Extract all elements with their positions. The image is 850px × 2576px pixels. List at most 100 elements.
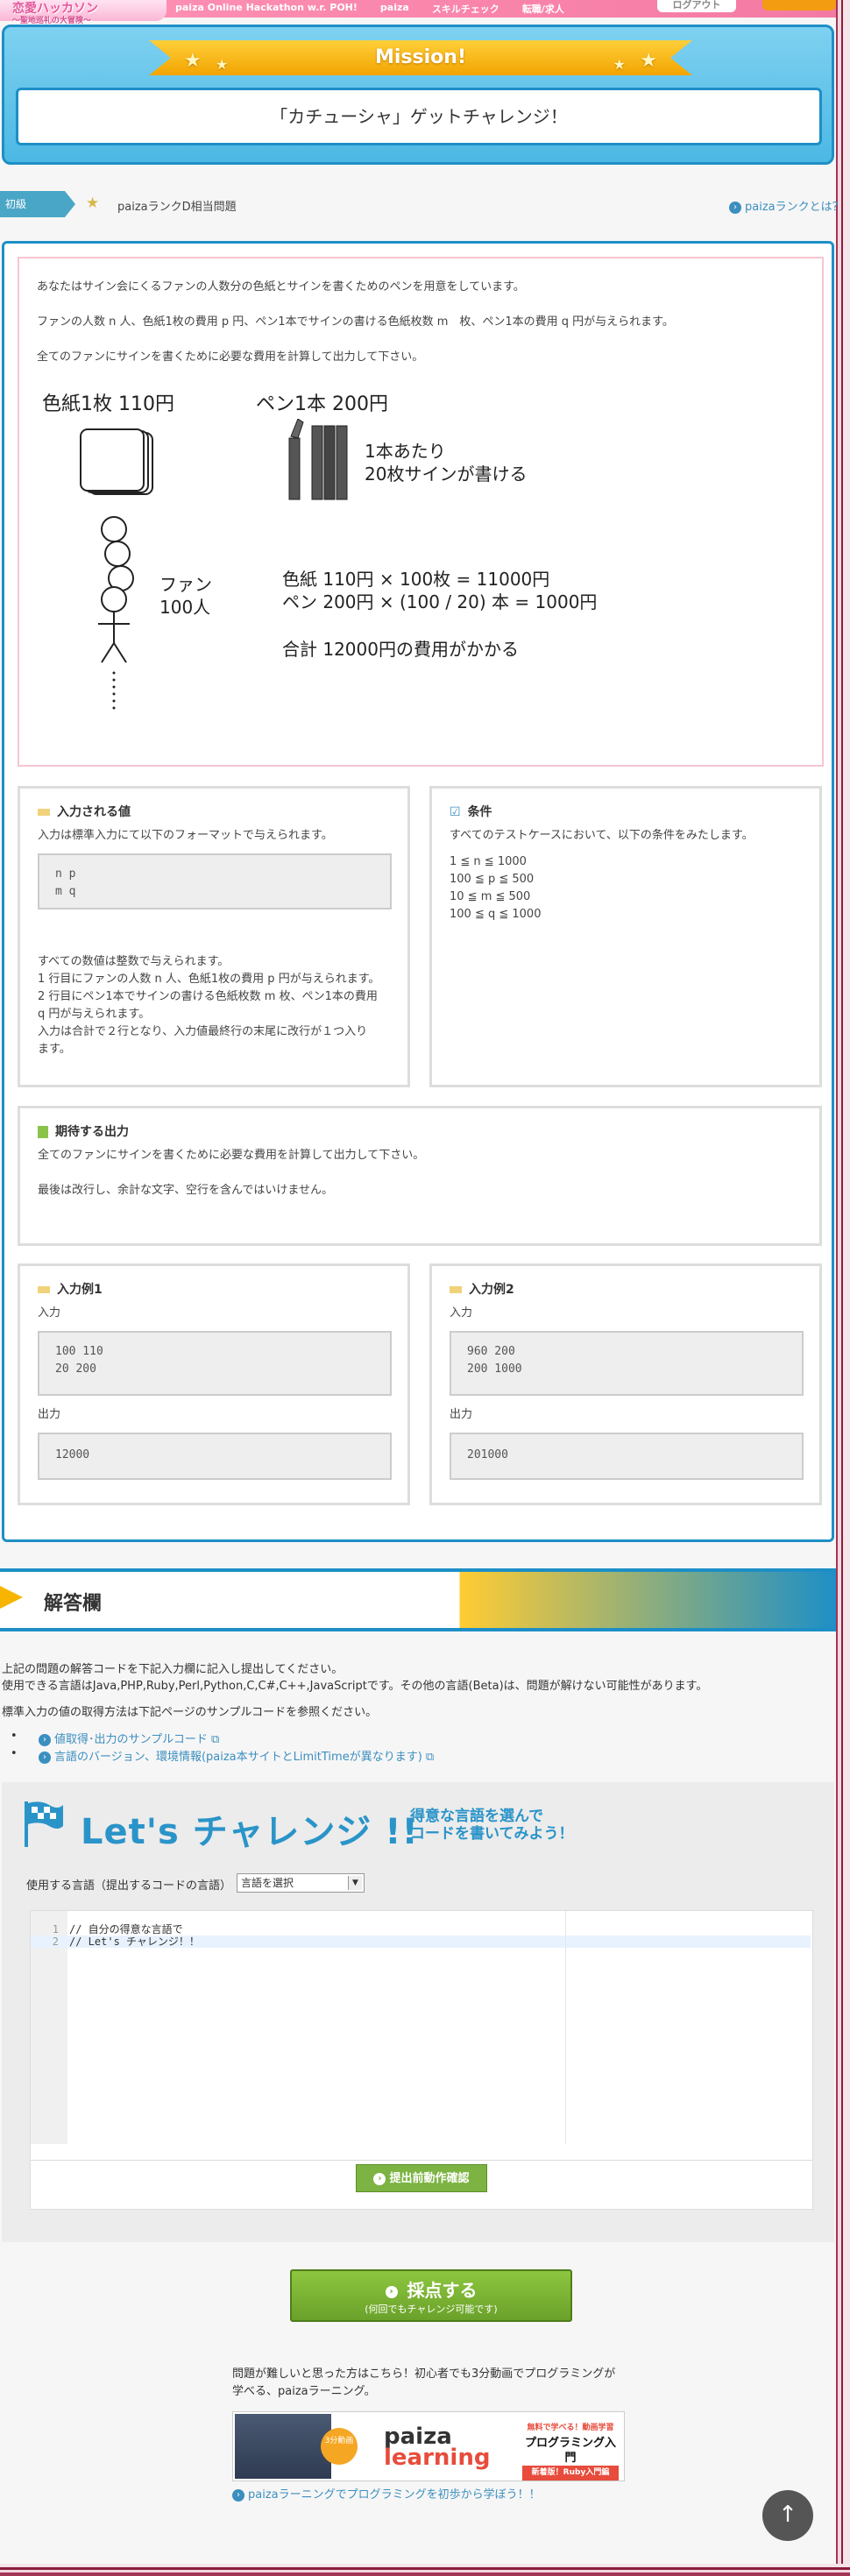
checkered-flag-icon	[25, 1801, 63, 1847]
promo-main: プログラミング入門	[524, 2437, 616, 2465]
level-tag: 初級	[0, 191, 75, 217]
fan-figures-icon	[98, 516, 134, 710]
triangle-icon	[0, 1586, 23, 1609]
logo-subtitle: 〜聖地巡礼の大冒険〜	[12, 17, 92, 25]
calc-lines: 色紙 110円 × 100枚 = 11000円 ペン 200円 × (100 /…	[282, 568, 597, 613]
paiza-learning-link[interactable]: › paizaラーニングでプログラミングを初歩から学ぼう！！	[232, 2485, 541, 2502]
arrow-right-icon: ›	[39, 1751, 51, 1764]
star-icon: ★	[184, 50, 202, 72]
logout-button[interactable]: ログアウト	[657, 0, 736, 12]
input-panel-intro: 入力は標準入力にて以下のフォーマットで与えられます。	[38, 829, 333, 842]
site-logo[interactable]: 恋愛ハッカソン 〜聖地巡礼の大冒険〜	[0, 0, 166, 25]
nav-item-paiza[interactable]: paiza	[380, 2, 409, 16]
input-note: q 円が与えられます。	[38, 1008, 151, 1021]
submit-button[interactable]: › 採点する (何回でもチャレンジ可能です)	[290, 2269, 572, 2322]
example-input-box: 960 200 200 1000	[450, 1331, 804, 1396]
example-output-box: 201000	[450, 1433, 804, 1480]
arrow-right-icon: ›	[39, 1733, 51, 1746]
video-badge: 3分動画	[321, 2428, 358, 2465]
expected-output-panel: 期待する出力 全てのファンにサインを書くために必要な費用を計算して出力して下さい…	[18, 1106, 822, 1246]
example-heading: 入力例1	[38, 1280, 103, 1298]
chevron-down-icon: ▼	[348, 1876, 362, 1890]
sample-code-link[interactable]: ›値取得･出力のサンプルコード ⧉	[11, 1730, 220, 1746]
laptop-photo	[235, 2414, 331, 2479]
lets-challenge-title: Let's チャレンジ !!	[81, 1812, 419, 1852]
learning-promo-text: 問題が難しいと思った方はこちら！初心者でも3分動画でプログラミングが学べる、pa…	[232, 2367, 616, 2398]
code-line[interactable]: 2 // Let's チャレンジ！！	[31, 1936, 811, 1948]
language-info-link[interactable]: ›言語のバージョン、環境情報(paiza本サイトとLimitTimeが異なります…	[11, 1747, 435, 1764]
arrow-right-icon: ›	[373, 2172, 386, 2185]
fan-label-line: ファン	[159, 574, 212, 595]
run-check-button[interactable]: › 提出前動作確認	[356, 2164, 487, 2192]
lets-challenge-subtitle: 得意な言語を選んで コードを書いてみよう！	[410, 1808, 574, 1843]
language-select-value: 言語を選択	[241, 1877, 294, 1889]
lets-sub-line: 得意な言語を選んで	[410, 1808, 544, 1825]
example-input-line: 200 1000	[467, 1362, 522, 1376]
paiza-learning-logo: paiza learning	[384, 2425, 491, 2471]
input-notes: すべての数値は整数で与えられます。 1 行目にファンの人数 n 人、色紙1枚の費…	[38, 953, 399, 1058]
nav-item-jobs[interactable]: 転職/求人	[522, 2, 564, 16]
example-input-line: 20 200	[55, 1362, 96, 1376]
paiza-learning-link-label: paizaラーニングでプログラミングを初歩から学ぼう！！	[248, 2488, 541, 2502]
external-link-icon: ⧉	[211, 1733, 220, 1746]
external-link-icon: ⧉	[425, 1751, 435, 1764]
output-line: 全てのファンにサインを書くために必要な費用を計算して出力して下さい。	[38, 1149, 425, 1162]
mission-ribbon: ★ ★ Mission! ★ ★	[149, 40, 692, 75]
example-output-label: 出力	[38, 1408, 61, 1421]
pen-note-line: 1本あたり	[365, 441, 446, 462]
arrow-right-icon: ›	[232, 2488, 244, 2502]
conditions-heading: ☑ 条件	[450, 803, 492, 820]
condition-item: 10 ≦ m ≦ 500	[450, 890, 531, 903]
example-input-line: 960 200	[467, 1345, 515, 1358]
label-icon	[38, 809, 50, 816]
paiza-rank-link[interactable]: › paizaランクとは？	[729, 197, 844, 214]
answer-section-header: 解答欄	[0, 1568, 836, 1631]
language-select[interactable]: 言語を選択 ▼	[237, 1873, 365, 1893]
conditions-intro: すべてのテストケースにおいて、以下の条件をみたします。	[450, 829, 754, 842]
star-icon: ★	[86, 195, 100, 212]
condition-item: 100 ≦ q ≦ 1000	[450, 908, 542, 921]
language-label: 使用する言語（提出するコードの言語）	[26, 1879, 232, 1893]
fan-label-line: 100人	[159, 597, 211, 618]
pen-price-label: ペン1本 200円	[256, 393, 388, 415]
code-editor[interactable]: 1 // 自分の得意な言語で 2 // Let's チャレンジ！！	[30, 1910, 813, 2161]
paiza-learning-banner[interactable]: 3分動画 paiza learning 無料で学べる！動画学習 プログラミング入…	[232, 2411, 625, 2481]
checkbox-icon: ☑	[450, 805, 461, 819]
calc-line: 色紙 110円 × 100枚 = 11000円	[282, 569, 550, 590]
level-description: paizaランクD相当問題	[117, 201, 237, 214]
output-line: 最後は改行し、余計な文字、空行を含んではいけません。	[38, 1184, 333, 1197]
scroll-to-top-button[interactable]: ↑	[762, 2490, 813, 2541]
run-check-button-label: 提出前動作確認	[389, 2172, 470, 2185]
format-line: m q	[55, 885, 76, 898]
mission-title: 「カチューシャ」ゲットチャレンジ！	[16, 88, 822, 145]
submit-main-text: 採点する	[407, 2280, 478, 2301]
example-input-label: 入力	[38, 1306, 61, 1320]
lets-sub-line: コードを書いてみよう！	[410, 1825, 574, 1843]
logo-bottom: learning	[384, 2445, 491, 2471]
document-icon	[38, 1126, 48, 1138]
output-heading-text: 期待する出力	[55, 1125, 129, 1139]
nav-item-skillcheck[interactable]: スキルチェック	[432, 2, 499, 16]
shikishi-paper-icon	[80, 428, 153, 495]
input-note: すべての数値は整数で与えられます。	[38, 955, 230, 968]
example-heading-text: 入力例1	[57, 1283, 103, 1297]
print-margin	[565, 1911, 566, 2144]
submit-button-subtext: (何回でもチャレンジ可能です)	[365, 2304, 498, 2315]
answer-title: 解答欄	[44, 1593, 103, 1615]
label-icon	[450, 1286, 462, 1293]
input-format-box: n p m q	[38, 853, 392, 909]
page-frame-right	[836, 0, 850, 2576]
promo-red: 新着版！Ruby入門編	[522, 2466, 619, 2480]
nav-item-poh[interactable]: paiza Online Hackathon w.r. POH!	[175, 2, 358, 16]
pen-icon	[288, 419, 348, 500]
example-heading: 入力例2	[450, 1280, 514, 1298]
pen-note-line: 20枚サインが書ける	[365, 464, 528, 485]
input-note: 1 行目にファンの人数 n 人、色紙1枚の費用 p 円が与えられます。	[38, 973, 380, 986]
header-action-button[interactable]	[762, 0, 836, 11]
code-line[interactable]: 1 // 自分の得意な言語で	[31, 1923, 811, 1936]
conditions-panel: ☑ 条件 すべてのテストケースにおいて、以下の条件をみたします。 1 ≦ n ≦ …	[429, 786, 822, 1087]
example-output-label: 出力	[450, 1408, 473, 1421]
language-info-link-label: 言語のバージョン、環境情報(paiza本サイトとLimitTimeが異なります)	[54, 1751, 422, 1764]
label-icon	[38, 1286, 50, 1293]
description-line: ファンの人数 n 人、色紙1枚の費用 p 円、ペン1本でサインの書ける色紙枚数 …	[37, 315, 674, 329]
